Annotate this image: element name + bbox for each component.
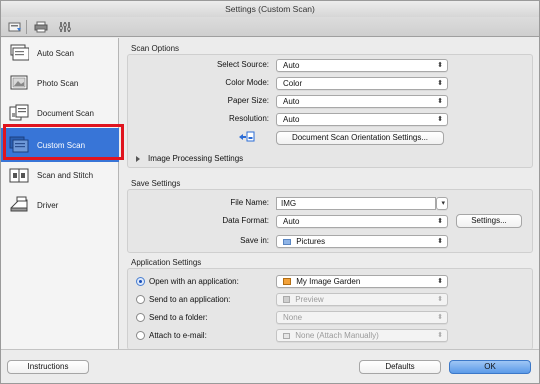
scan-options-group: Select Source: Auto ⬍ Color Mode: Color … <box>127 54 533 168</box>
sidebar-item-driver[interactable]: Driver <box>1 190 119 220</box>
send-to-folder-value: None <box>283 313 303 322</box>
sidebar-item-label: Document Scan <box>37 108 94 118</box>
select-source-dropdown[interactable]: Auto ⬍ <box>276 59 448 72</box>
general-settings-icon[interactable] <box>57 20 73 34</box>
file-name-input[interactable]: IMG <box>276 197 436 210</box>
dropdown-arrows-icon: ⬍ <box>437 218 443 225</box>
custom-scan-icon <box>9 136 29 154</box>
data-format-dropdown[interactable]: Auto ⬍ <box>276 215 448 228</box>
select-source-value: Auto <box>283 61 300 70</box>
resolution-dropdown[interactable]: Auto ⬍ <box>276 113 448 126</box>
toolbar-divider <box>26 20 27 34</box>
dropdown-arrows-icon: ⬍ <box>437 332 443 339</box>
option-label: Attach to e-mail: <box>149 330 207 340</box>
select-source-label: Select Source: <box>216 60 269 69</box>
radio-button[interactable] <box>136 312 145 322</box>
settings-window: Settings (Custom Scan) Auto Scan Photo S… <box>0 0 540 384</box>
image-garden-icon <box>283 278 291 286</box>
settings-panel: Scan Options Select Source: Auto ⬍ Color… <box>123 38 539 350</box>
application-settings-group: Open with an application: My Image Garde… <box>127 268 533 350</box>
dropdown-arrows-icon: ⬍ <box>437 98 443 105</box>
send-to-application-dropdown[interactable]: Preview ⬍ <box>276 293 448 306</box>
color-mode-dropdown[interactable]: Color ⬍ <box>276 77 448 90</box>
open-with-application-dropdown[interactable]: My Image Garden ⬍ <box>276 275 448 288</box>
send-to-folder-option[interactable]: Send to a folder: <box>136 311 208 323</box>
defaults-button[interactable]: Defaults <box>359 360 441 374</box>
send-to-application-option[interactable]: Send to an application: <box>136 293 230 305</box>
save-in-dropdown[interactable]: Pictures ⬍ <box>276 235 448 248</box>
application-settings-title: Application Settings <box>131 258 202 267</box>
orientation-settings-button[interactable]: Document Scan Orientation Settings... <box>276 131 444 145</box>
driver-icon <box>9 196 29 214</box>
color-mode-label: Color Mode: <box>225 78 269 87</box>
printer-icon[interactable] <box>33 20 49 34</box>
instructions-button[interactable]: Instructions <box>7 360 89 374</box>
paper-size-value: Auto <box>283 97 300 106</box>
scan-options-title: Scan Options <box>131 44 180 53</box>
window-title: Settings (Custom Scan) <box>1 1 539 17</box>
save-settings-group: File Name: IMG ▾ Data Format: Auto ⬍ Set… <box>127 189 533 253</box>
dropdown-arrows-icon: ⬍ <box>437 278 443 285</box>
radio-button[interactable] <box>136 330 145 340</box>
dropdown-arrows-icon: ⬍ <box>437 80 443 87</box>
sidebar-item-label: Custom Scan <box>37 140 86 150</box>
sidebar-item-label: Photo Scan <box>37 78 79 88</box>
attach-to-email-dropdown[interactable]: None (Attach Manually) ⬍ <box>276 329 448 342</box>
dropdown-arrows-icon: ⬍ <box>437 238 443 245</box>
color-mode-value: Color <box>283 79 303 88</box>
orientation-icon <box>238 131 256 145</box>
data-format-label: Data Format: <box>222 216 269 225</box>
sidebar-item-label: Driver <box>37 200 59 210</box>
data-format-value: Auto <box>283 217 300 226</box>
paper-size-label: Paper Size: <box>227 96 269 105</box>
scan-settings-icon[interactable] <box>7 20 23 34</box>
disclosure-triangle-icon <box>136 155 140 162</box>
sidebar-item-custom-scan[interactable]: Custom Scan <box>1 128 119 162</box>
sidebar-item-auto-scan[interactable]: Auto Scan <box>1 38 119 68</box>
sidebar-item-scan-and-stitch[interactable]: Scan and Stitch <box>1 160 119 190</box>
dropdown-arrows-icon: ⬍ <box>437 62 443 69</box>
scan-and-stitch-icon <box>9 166 29 184</box>
open-with-application-value: My Image Garden <box>296 277 361 286</box>
radio-button-selected[interactable] <box>136 276 145 286</box>
open-with-application-option[interactable]: Open with an application: <box>136 275 239 287</box>
preview-app-icon <box>283 296 290 304</box>
save-in-value: Pictures <box>296 237 326 246</box>
attach-to-email-value: None (Attach Manually) <box>295 331 379 340</box>
file-name-label: File Name: <box>230 198 269 207</box>
image-processing-label: Image Processing Settings <box>148 154 244 163</box>
dropdown-arrows-icon: ⬍ <box>437 296 443 303</box>
radio-button[interactable] <box>136 294 145 304</box>
chevron-down-icon: ▾ <box>441 200 445 207</box>
photo-scan-icon <box>9 74 29 92</box>
sidebar-item-label: Scan and Stitch <box>37 170 94 180</box>
dropdown-arrows-icon: ⬍ <box>437 314 443 321</box>
bottom-bar: Instructions Defaults OK <box>1 349 539 383</box>
ok-button[interactable]: OK <box>449 360 531 374</box>
auto-scan-icon <box>9 44 30 62</box>
dropdown-arrows-icon: ⬍ <box>437 116 443 123</box>
sidebar-item-photo-scan[interactable]: Photo Scan <box>1 68 119 98</box>
data-format-settings-button[interactable]: Settings... <box>456 214 522 228</box>
folder-icon <box>283 238 291 245</box>
resolution-label: Resolution: <box>228 114 269 123</box>
option-label: Open with an application: <box>149 276 239 286</box>
save-in-label: Save in: <box>240 236 269 245</box>
sidebar: Auto Scan Photo Scan Document Scan Custo… <box>1 38 119 349</box>
document-scan-icon <box>9 104 29 122</box>
toolbar <box>1 17 539 37</box>
option-label: Send to an application: <box>149 294 231 304</box>
sidebar-item-document-scan[interactable]: Document Scan <box>1 98 119 128</box>
paper-size-dropdown[interactable]: Auto ⬍ <box>276 95 448 108</box>
file-name-dropdown-button[interactable]: ▾ <box>436 197 448 210</box>
resolution-value: Auto <box>283 115 300 124</box>
email-icon <box>283 332 290 339</box>
send-to-application-value: Preview <box>295 295 324 304</box>
attach-to-email-option[interactable]: Attach to e-mail: <box>136 329 207 341</box>
sidebar-item-label: Auto Scan <box>37 48 74 58</box>
send-to-folder-dropdown[interactable]: None ⬍ <box>276 311 448 324</box>
option-label: Send to a folder: <box>149 312 208 322</box>
save-settings-title: Save Settings <box>131 179 181 188</box>
image-processing-disclosure[interactable]: Image Processing Settings <box>136 154 243 163</box>
